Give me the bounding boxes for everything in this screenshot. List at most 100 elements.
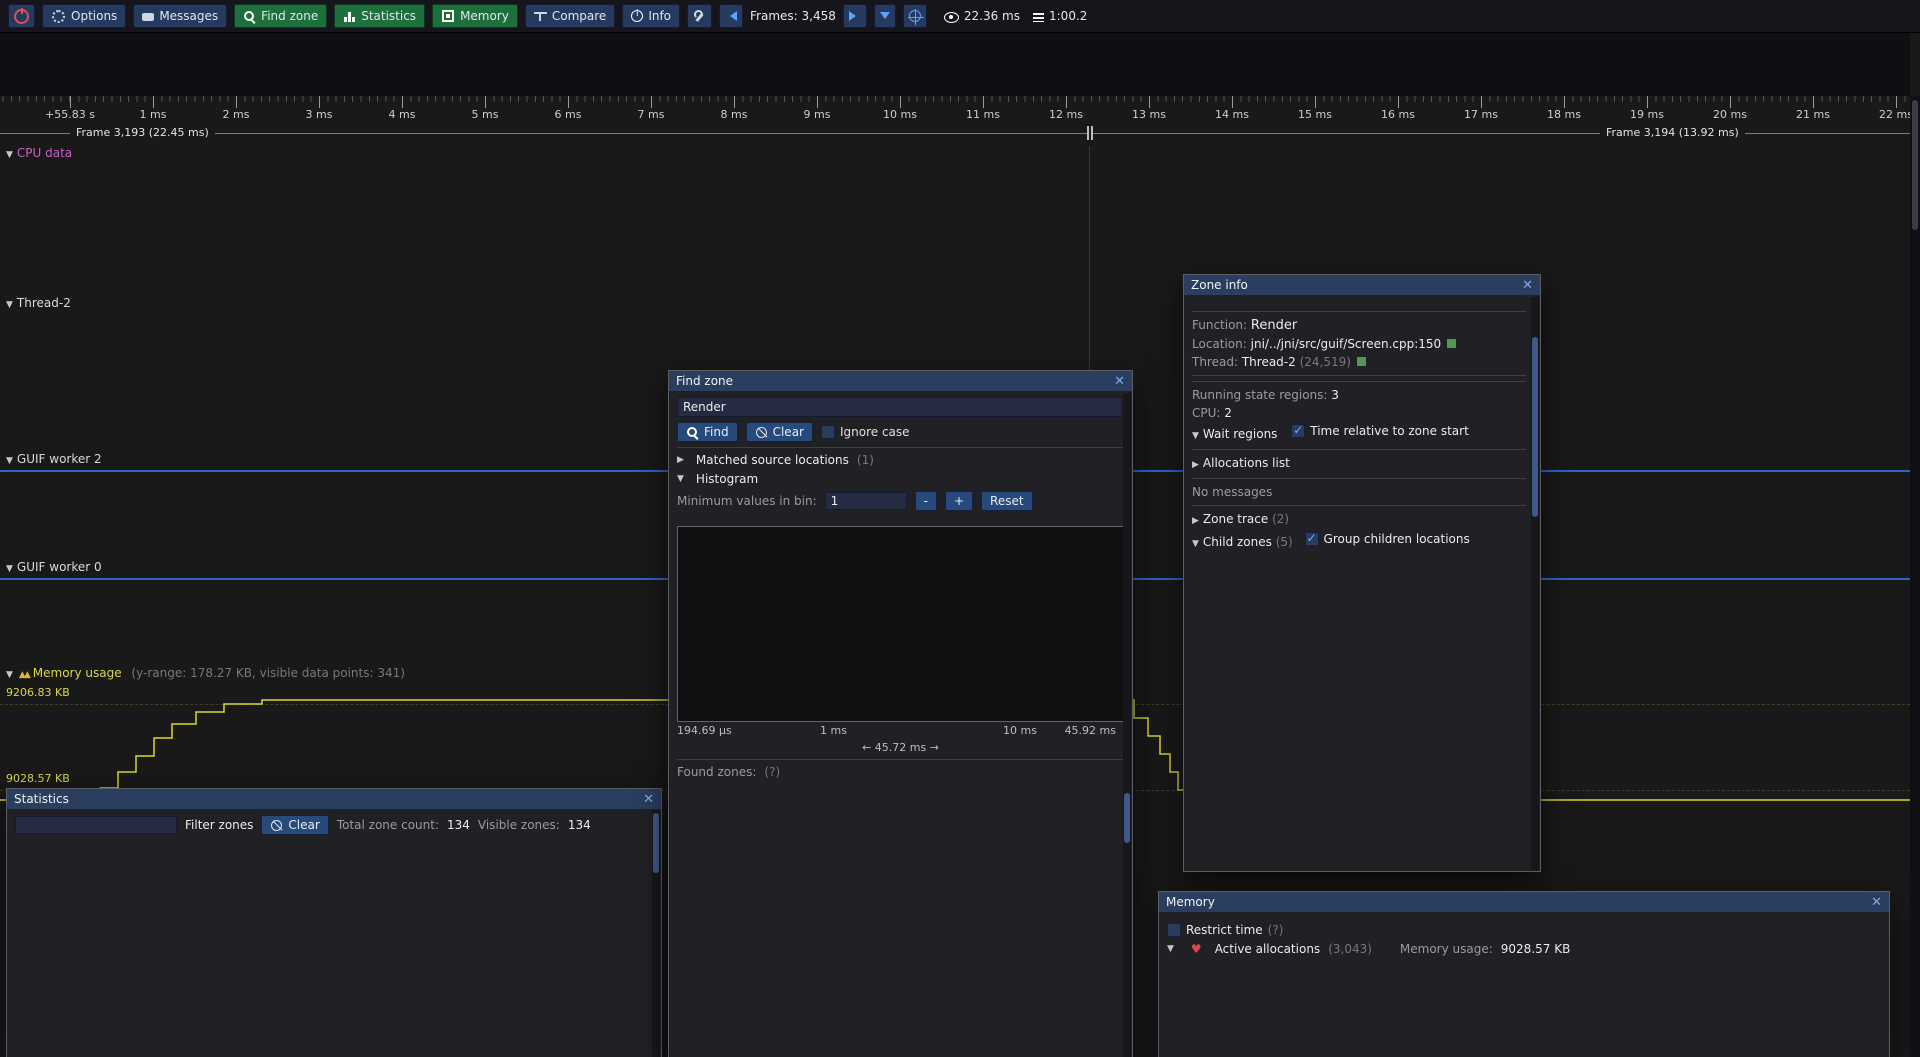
- ruler-label: 7 ms: [638, 108, 665, 121]
- axis-tick-label: 10 ms: [1003, 724, 1037, 737]
- filter-clear-button[interactable]: Clear: [261, 815, 328, 835]
- total-zone-count: 134: [447, 818, 470, 832]
- axis-max-label: 45.92 ms: [1065, 724, 1116, 737]
- elapsed-time: 1:00.2: [1033, 9, 1087, 23]
- min-bin-input[interactable]: 1: [825, 492, 907, 510]
- histogram-range-label: ← 45.72 ms →: [677, 741, 1124, 754]
- ruler-label: 6 ms: [555, 108, 582, 121]
- close-icon[interactable]: ✕: [643, 793, 654, 806]
- memory-usage-header[interactable]: ▼▲▲Memory usage (y-range: 178.27 KB, vis…: [6, 666, 405, 680]
- scrollbar-thumb[interactable]: [1912, 100, 1918, 230]
- frames-row[interactable]: Frame 3,193 (22.45 ms) Frame 3,194 (13.9…: [0, 124, 1910, 144]
- memory-usage-value: 9028.57 KB: [1501, 942, 1571, 956]
- guif-worker2-header[interactable]: ▼GUIF worker 2: [6, 452, 102, 466]
- prev-frame-button[interactable]: [719, 4, 743, 28]
- time-ruler-ticks[interactable]: [0, 96, 1910, 108]
- histogram-section-header[interactable]: ▼Histogram: [677, 472, 1124, 486]
- find-zone-window[interactable]: Find zone ✕ Render Find Clear Ignore cas…: [668, 370, 1133, 1057]
- main-scrollbar[interactable]: [1910, 96, 1920, 1057]
- frame-overview-strip[interactable]: [0, 32, 1910, 96]
- zone-trace-header[interactable]: ▶Zone trace (2): [1192, 511, 1526, 529]
- toolbar-messages-button[interactable]: Messages: [133, 4, 227, 28]
- source-color-swatch: [1447, 339, 1456, 348]
- zone-info-window[interactable]: Zone info ✕ Function: Render Location: j…: [1183, 274, 1541, 872]
- close-icon[interactable]: ✕: [1522, 279, 1533, 292]
- memory-window[interactable]: Memory ✕ Restrict time(?) ▼♥ Active allo…: [1158, 891, 1890, 1057]
- histogram-plot[interactable]: [677, 526, 1126, 722]
- toolbar-tools-button[interactable]: [687, 4, 712, 28]
- goto-frame-button[interactable]: [903, 4, 927, 28]
- filter-input[interactable]: [15, 816, 177, 834]
- toolbar-find-zone-button[interactable]: Find zone: [234, 4, 327, 28]
- scrollbar-thumb[interactable]: [1532, 337, 1538, 517]
- thread2-header[interactable]: ▼Thread-2: [6, 296, 71, 310]
- reset-button[interactable]: Reset: [981, 491, 1033, 511]
- search-input[interactable]: Render: [677, 397, 1122, 417]
- statistics-window[interactable]: Statistics ✕ Filter zones Clear Total zo…: [6, 788, 662, 1057]
- cpu-data-header[interactable]: ▼CPU data: [6, 146, 72, 160]
- window-title: Find zone: [676, 374, 733, 388]
- filter-label: Filter zones: [185, 818, 253, 832]
- tracy-profiler-window: Options Messages Find zone Statistics Memory…: [0, 0, 1920, 1057]
- zone-info-scrollbar[interactable]: [1531, 297, 1539, 870]
- left-arrow-icon: [725, 11, 737, 21]
- guif-worker0-header[interactable]: ▼GUIF worker 0: [6, 560, 102, 574]
- toolbar-statistics-button[interactable]: Statistics: [334, 4, 425, 28]
- window-title: Statistics: [14, 792, 69, 806]
- clear-icon: [756, 427, 767, 438]
- min-bin-increment-button[interactable]: +: [945, 491, 973, 511]
- frame-label-left[interactable]: Frame 3,193 (22.45 ms): [70, 126, 215, 139]
- collapse-icon[interactable]: ▼: [6, 300, 13, 310]
- checkbox[interactable]: [1167, 923, 1181, 937]
- collapse-icon[interactable]: ▼: [6, 670, 13, 680]
- histogram-axis: 194.69 μs 1 ms 10 ms 45.92 ms: [677, 724, 1124, 739]
- running-state-regions: 3: [1331, 388, 1339, 402]
- toolbar-memory-button[interactable]: Memory: [432, 4, 518, 28]
- ignore-case-option[interactable]: Ignore case: [821, 425, 910, 439]
- ruler-label: 18 ms: [1547, 108, 1581, 121]
- close-icon[interactable]: ✕: [1114, 375, 1125, 388]
- stats-header: [15, 841, 653, 859]
- frame-label-right[interactable]: Frame 3,194 (13.92 ms): [1600, 126, 1745, 139]
- toolbar-options-button[interactable]: Options: [42, 4, 126, 28]
- memory-titlebar[interactable]: Memory ✕: [1159, 892, 1889, 912]
- active-allocations-header[interactable]: ▼♥ Active allocations(3,043) Memory usag…: [1167, 942, 1881, 956]
- toolbar-compare-button[interactable]: Compare: [525, 4, 615, 28]
- allocations-list-header[interactable]: ▶Allocations list: [1192, 455, 1526, 473]
- scrollbar-thumb[interactable]: [653, 813, 659, 873]
- checkbox[interactable]: [1305, 532, 1319, 546]
- zone-cpu: 2: [1224, 406, 1232, 420]
- find-zone-titlebar[interactable]: Find zone ✕: [669, 371, 1132, 391]
- find-button[interactable]: Find: [677, 422, 738, 442]
- group-children-option[interactable]: Group children locations: [1305, 531, 1470, 547]
- collapse-icon[interactable]: ▼: [6, 150, 13, 160]
- min-bin-decrement-button[interactable]: -: [915, 491, 937, 511]
- checkbox[interactable]: [821, 425, 835, 439]
- restrict-time-option[interactable]: Restrict time(?): [1167, 923, 1283, 937]
- time-ruler-labels: +55.83 s1 ms2 ms3 ms4 ms5 ms6 ms7 ms8 ms…: [0, 108, 1910, 124]
- matched-locations-row[interactable]: ▶Matched source locations(1): [677, 453, 1124, 467]
- zone-location[interactable]: jni/../jni/src/guif/Screen.cpp:150: [1251, 337, 1442, 351]
- scrollbar-thumb[interactable]: [1124, 793, 1130, 843]
- child-zones-header[interactable]: ▼Child zones (5) Group children location…: [1192, 531, 1526, 552]
- toolbar-info-button[interactable]: Info: [622, 4, 680, 28]
- time-relative-option[interactable]: Time relative to zone start: [1291, 423, 1469, 439]
- next-frame-button[interactable]: [843, 4, 867, 28]
- clear-button[interactable]: Clear: [746, 422, 813, 442]
- checkbox[interactable]: [1291, 424, 1305, 438]
- close-icon[interactable]: ✕: [1871, 896, 1882, 909]
- bars-icon: [343, 10, 356, 23]
- ruler-label: 19 ms: [1630, 108, 1664, 121]
- collapse-icon[interactable]: ▼: [6, 456, 13, 466]
- statistics-titlebar[interactable]: Statistics ✕: [7, 789, 661, 809]
- find-zone-scrollbar[interactable]: [1123, 393, 1131, 1057]
- zone-thread[interactable]: Thread-2: [1242, 355, 1296, 369]
- zoom-out-button[interactable]: [874, 4, 896, 28]
- power-button[interactable]: [8, 4, 35, 28]
- ruler-label: 11 ms: [966, 108, 1000, 121]
- zone-info-titlebar[interactable]: Zone info ✕: [1184, 275, 1540, 295]
- stats-scrollbar[interactable]: [652, 811, 660, 1057]
- wait-regions-header[interactable]: ▼Wait regions Time relative to zone star…: [1192, 423, 1526, 444]
- thread-color-swatch: [1357, 357, 1366, 366]
- collapse-icon[interactable]: ▼: [6, 564, 13, 574]
